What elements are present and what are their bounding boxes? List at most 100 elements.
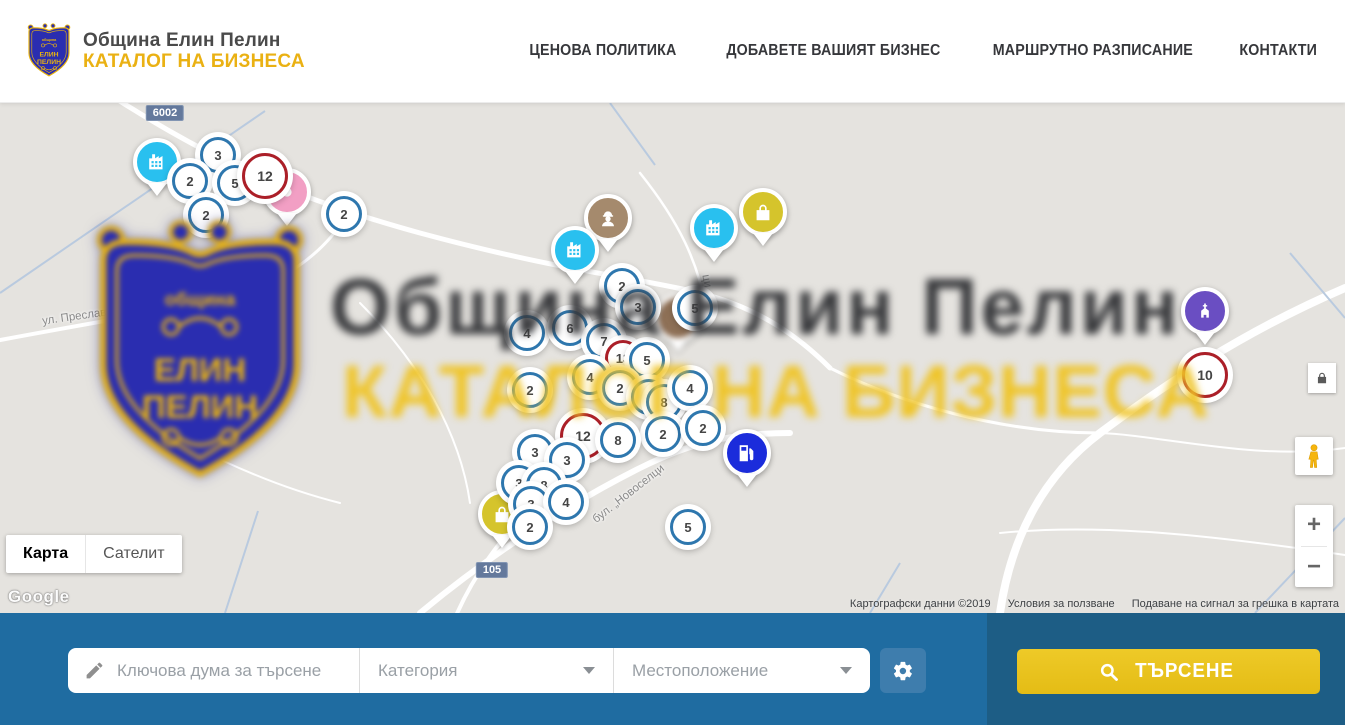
cluster-marker[interactable]: 6: [552, 310, 588, 346]
bag-marker[interactable]: [739, 188, 787, 250]
search-bar: Категория Местоположение ТЪРСЕНЕ: [0, 613, 1345, 725]
attribution-copyright: Картографски данни ©2019: [850, 598, 991, 610]
site-title: Община Елин Пелин: [83, 30, 305, 51]
cluster-count: 5: [643, 353, 650, 368]
street-view-pegman[interactable]: [1295, 437, 1333, 475]
nav-item-pricing[interactable]: ЦЕНОВА ПОЛИТИКА: [529, 42, 676, 60]
svg-text:ЕЛИН: ЕЛИН: [39, 52, 58, 59]
cluster-count: 2: [186, 174, 193, 189]
cluster-count: 7: [600, 334, 607, 349]
map-canvas[interactable]: 6002105 ул. Преславбул. „Новоселцици 325…: [0, 103, 1345, 613]
cluster-count: 3: [563, 453, 570, 468]
factory-marker[interactable]: [133, 138, 181, 200]
cluster-marker[interactable]: 4: [672, 370, 708, 406]
chevron-down-icon: [840, 667, 852, 674]
google-logo[interactable]: Google: [8, 587, 70, 607]
cluster-marker[interactable]: 8: [600, 422, 636, 458]
location-select[interactable]: Местоположение: [613, 648, 870, 693]
attribution-report-link[interactable]: Подаване на сигнал за грешка в картата: [1132, 598, 1339, 610]
zoom-control: + −: [1295, 505, 1333, 587]
zoom-out-button[interactable]: −: [1295, 547, 1333, 588]
filter-bar: Категория Местоположение: [68, 648, 870, 693]
cluster-count: 2: [202, 208, 209, 223]
attribution-terms-link[interactable]: Условия за ползване: [1008, 598, 1115, 610]
cluster-count: 2: [526, 520, 533, 535]
svg-text:ПЕЛИН: ПЕЛИН: [37, 59, 61, 66]
road-number-label: 105: [476, 562, 508, 578]
map-attribution: Картографски данни ©2019 Условия за полз…: [836, 598, 1339, 610]
shopping-bag-icon: [491, 503, 513, 525]
church-marker[interactable]: [1181, 287, 1229, 349]
main-nav: ЦЕНОВА ПОЛИТИКА ДОБАВЕТЕ ВАШИЯТ БИЗНЕС М…: [523, 42, 1320, 60]
cluster-count: 2: [618, 279, 625, 294]
factory-icon: [146, 151, 168, 173]
cluster-count: 2: [616, 381, 623, 396]
lock-button[interactable]: [1308, 363, 1336, 393]
keyword-search-input[interactable]: [117, 661, 347, 681]
fuel-marker[interactable]: [723, 429, 771, 491]
keyword-section: [68, 648, 359, 693]
cluster-count: 8: [614, 433, 621, 448]
map-type-control: Карта Сателит: [6, 535, 182, 573]
cluster-marker[interactable]: 2: [326, 196, 362, 232]
cluster-count: 5: [684, 520, 691, 535]
cluster-marker[interactable]: 2: [188, 197, 224, 233]
cluster-count: 2: [340, 207, 347, 222]
cluster-marker[interactable]: 2: [512, 509, 548, 545]
cluster-marker[interactable]: 4: [509, 315, 545, 351]
advanced-settings-button[interactable]: [880, 648, 926, 693]
cluster-marker[interactable]: 2: [685, 410, 721, 446]
lock-icon: [1315, 371, 1329, 385]
site-logo[interactable]: община ЕЛИН ПЕЛИН Община Елин Пелин КАТА…: [25, 18, 305, 84]
cluster-count: 8: [660, 395, 667, 410]
cluster-count: 10: [1197, 367, 1213, 383]
site-subtitle: КАТАЛОГ НА БИЗНЕСА: [83, 51, 305, 72]
cluster-count: 4: [586, 370, 593, 385]
factory-icon: [703, 217, 725, 239]
nav-item-contacts[interactable]: КОНТАКТИ: [1239, 42, 1317, 60]
cluster-count: 5: [231, 176, 238, 191]
search-icon: [1099, 662, 1119, 682]
cluster-marker[interactable]: 10: [1182, 352, 1228, 398]
cluster-marker[interactable]: 12: [242, 153, 288, 199]
cluster-count: 3: [531, 445, 538, 460]
factory-marker[interactable]: [690, 204, 738, 266]
map-type-satellite-button[interactable]: Сателит: [85, 535, 181, 573]
map-type-map-button[interactable]: Карта: [6, 535, 85, 573]
cluster-marker[interactable]: 5: [677, 290, 713, 326]
nav-item-add-business[interactable]: ДОБАВЕТЕ ВАШИЯТ БИЗНЕС: [726, 42, 940, 60]
gear-icon: [892, 660, 914, 682]
chevron-down-icon: [583, 667, 595, 674]
cluster-count: 3: [634, 300, 641, 315]
church-icon: [1195, 301, 1215, 321]
header: община ЕЛИН ПЕЛИН Община Елин Пелин КАТА…: [0, 0, 1345, 103]
road-number-label: 6002: [146, 105, 184, 121]
search-button-label: ТЪРСЕНЕ: [1136, 660, 1235, 683]
pencil-icon: [84, 660, 105, 681]
shopping-bag-icon: [752, 201, 774, 223]
cluster-count: 3: [214, 148, 221, 163]
cluster-marker[interactable]: 5: [670, 509, 706, 545]
cluster-count: 12: [575, 428, 591, 444]
factory-marker[interactable]: [551, 226, 599, 288]
cluster-count: 12: [257, 168, 273, 184]
factory-icon: [564, 239, 586, 261]
category-select[interactable]: Категория: [359, 648, 613, 693]
cluster-count: 4: [523, 326, 530, 341]
cluster-marker[interactable]: 4: [548, 484, 584, 520]
zoom-in-button[interactable]: +: [1295, 505, 1333, 546]
cluster-count: 4: [562, 495, 569, 510]
svg-text:община: община: [42, 38, 57, 42]
cluster-marker[interactable]: 2: [512, 372, 548, 408]
nav-item-schedule[interactable]: МАРШРУТНО РАЗПИСАНИЕ: [993, 42, 1193, 60]
cluster-marker[interactable]: 2: [172, 163, 208, 199]
cluster-count: 5: [691, 301, 698, 316]
cluster-marker[interactable]: 2: [645, 416, 681, 452]
cluster-marker[interactable]: 5: [629, 342, 665, 378]
fuel-pump-icon: [736, 442, 758, 464]
cluster-count: 2: [659, 427, 666, 442]
search-button[interactable]: ТЪРСЕНЕ: [1017, 649, 1320, 694]
cluster-marker[interactable]: 3: [620, 289, 656, 325]
pegman-icon: [1303, 443, 1325, 469]
cluster-count: 2: [526, 383, 533, 398]
